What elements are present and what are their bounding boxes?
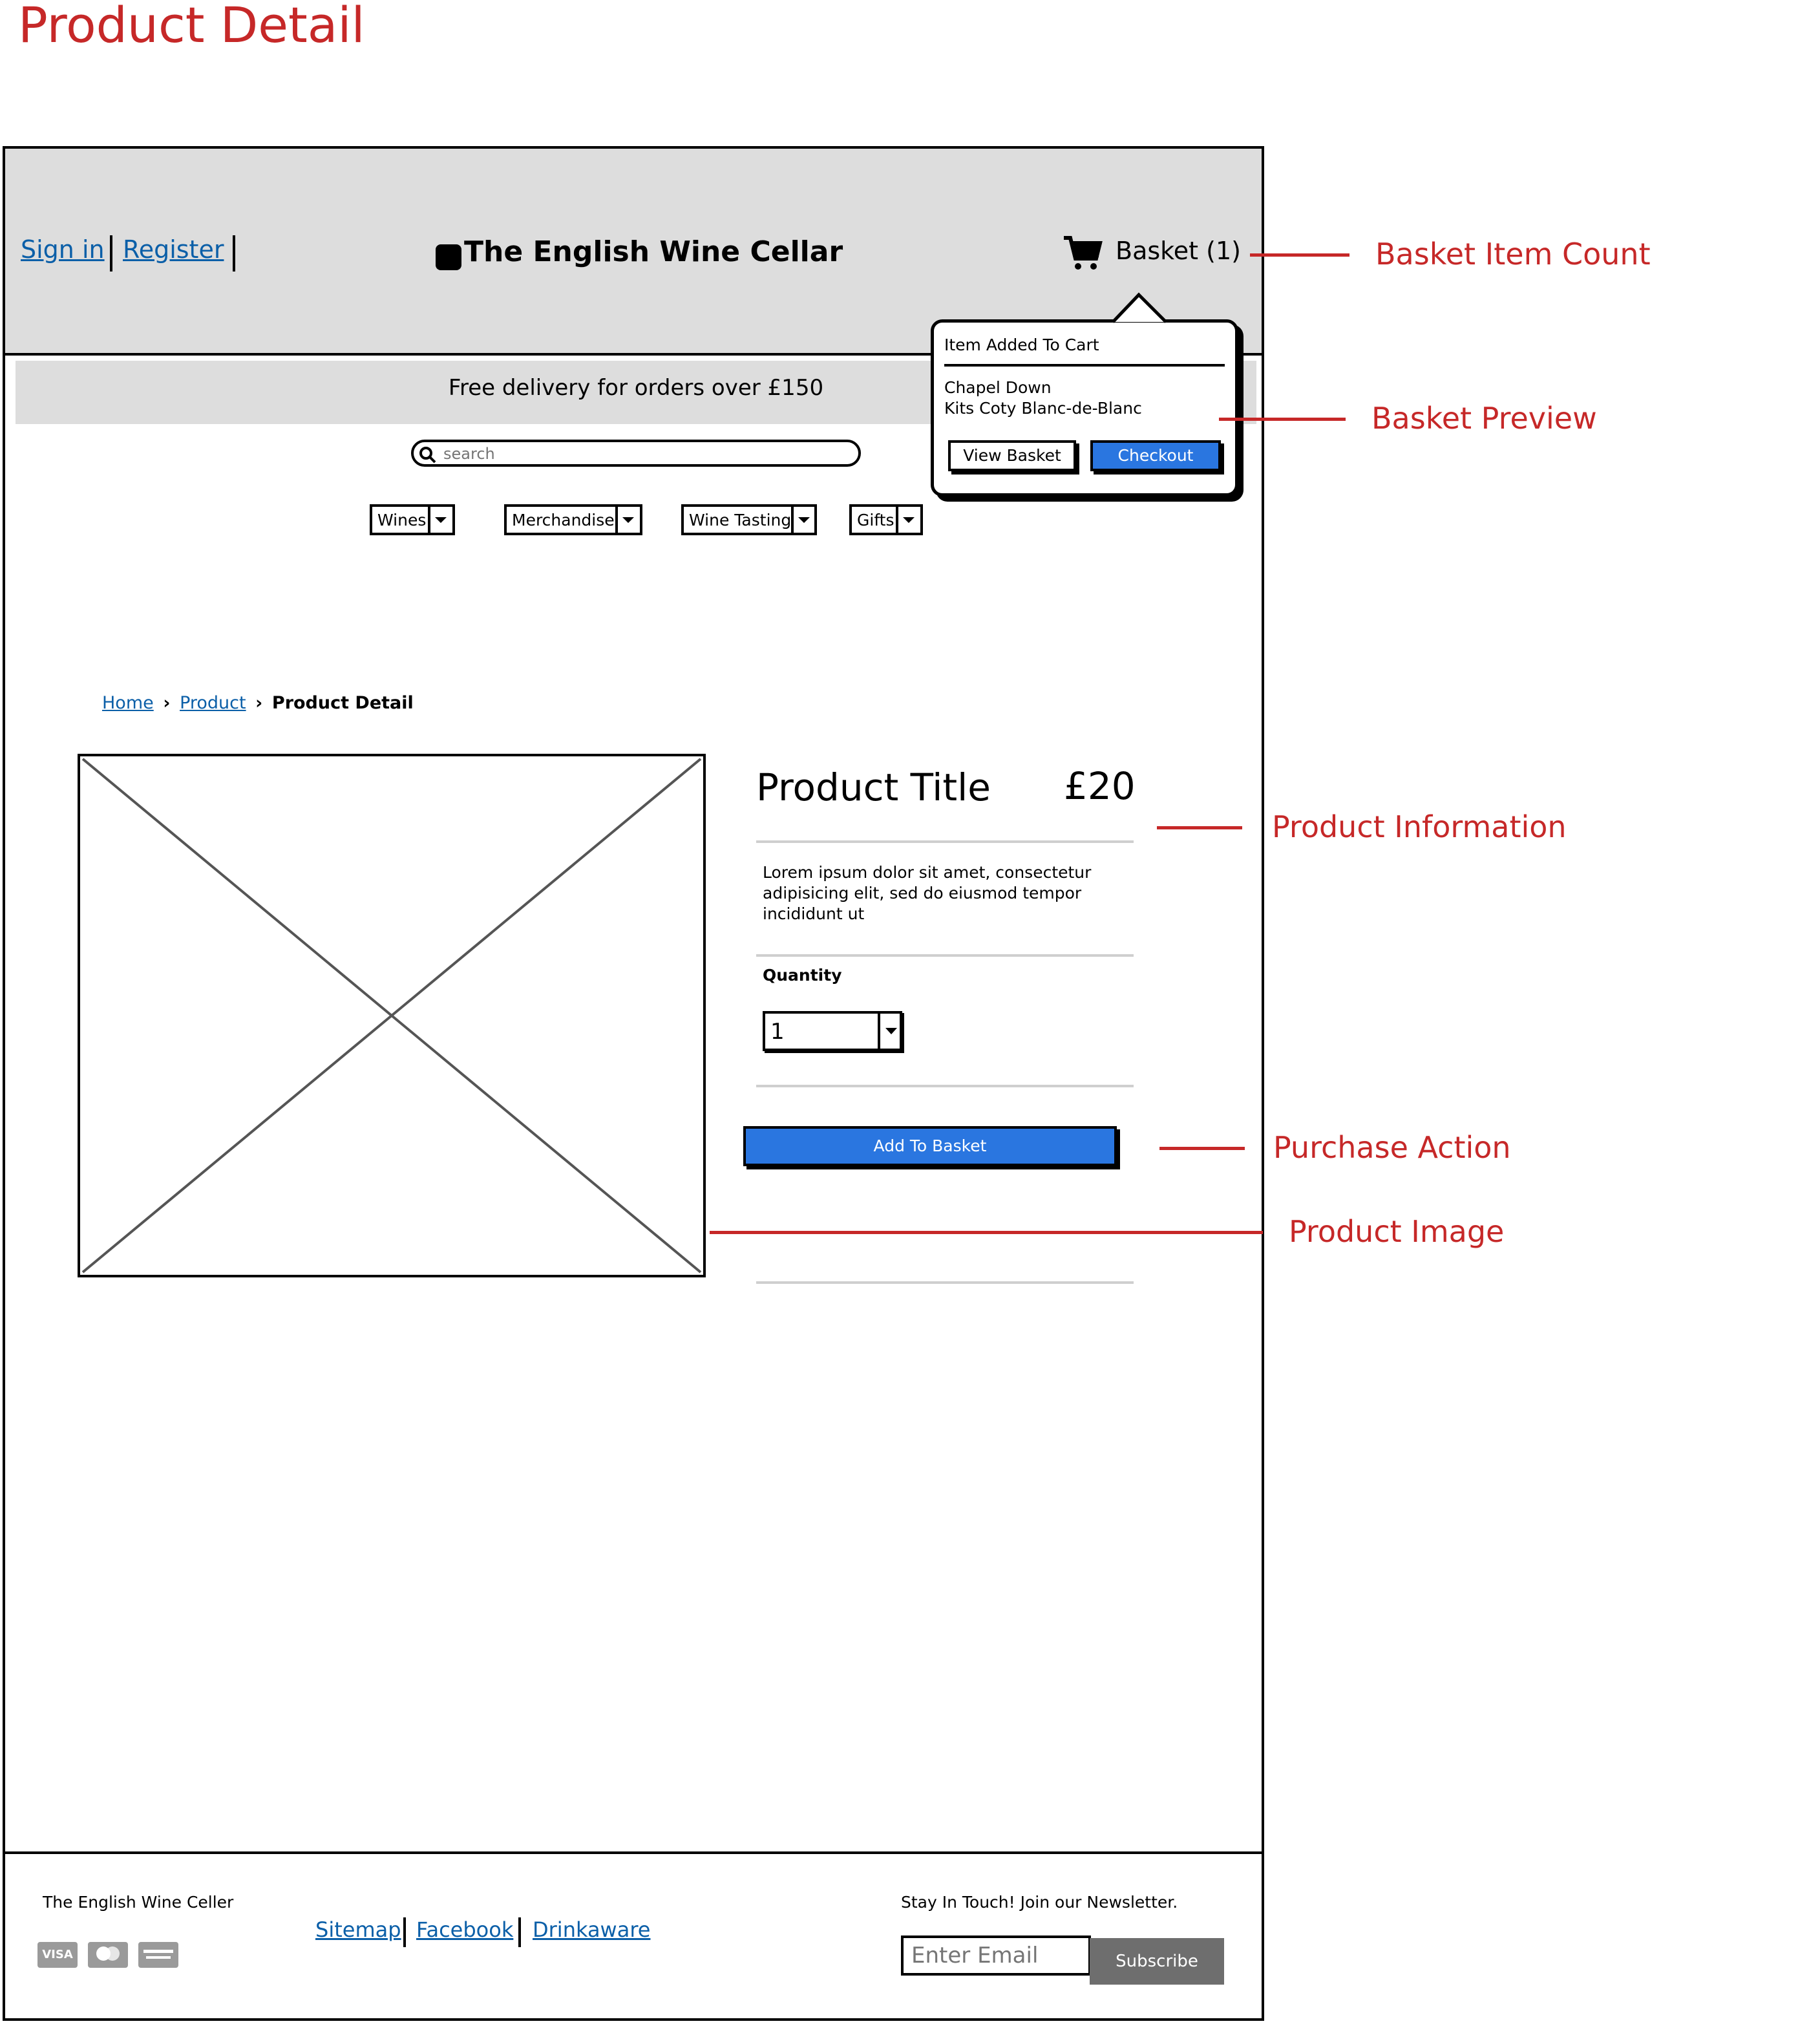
breadcrumb: Home › Product › Product Detail	[102, 693, 414, 713]
nav-menu-wine-tasting[interactable]: Wine Tasting	[681, 504, 817, 535]
quantity-select[interactable]: 1	[763, 1011, 902, 1051]
chevron-right-icon: ›	[255, 693, 263, 713]
footer-sitemap-link[interactable]: Sitemap	[315, 1917, 401, 1942]
quantity-value: 1	[770, 1019, 785, 1045]
basket-link[interactable]: Basket (1)	[1116, 237, 1241, 265]
breadcrumb-current: Product Detail	[271, 693, 414, 713]
header-divider	[110, 235, 112, 272]
view-basket-button[interactable]: View Basket	[948, 440, 1076, 471]
popup-item-name: Kits Coty Blanc-de-Blanc	[944, 399, 1142, 418]
divider	[756, 1085, 1134, 1087]
annotation-product-image: Product Image	[1289, 1214, 1505, 1249]
annotation-product-information: Product Information	[1272, 809, 1567, 844]
breadcrumb-product-link[interactable]: Product	[180, 693, 246, 713]
popup-pointer	[1112, 292, 1167, 323]
annotation-purchase-action: Purchase Action	[1273, 1130, 1511, 1165]
mastercard-icon	[88, 1942, 128, 1968]
page-title: Product Detail	[18, 0, 365, 54]
annotation-line	[710, 1231, 1263, 1234]
nav-menu-wines[interactable]: Wines	[370, 504, 455, 535]
chevron-down-icon[interactable]	[896, 507, 920, 533]
chevron-down-icon[interactable]	[428, 507, 452, 533]
annotation-line	[1219, 418, 1346, 421]
register-link[interactable]: Register	[123, 235, 224, 264]
newsletter-label: Stay In Touch! Join our Newsletter.	[901, 1893, 1178, 1912]
product-description: Lorem ipsum dolor sit amet, consectetur …	[763, 863, 1092, 923]
chevron-down-icon[interactable]	[885, 1028, 897, 1034]
amex-icon	[138, 1942, 178, 1968]
nav-menu-merchandise[interactable]: Merchandise	[504, 504, 642, 535]
subscribe-button[interactable]: Subscribe	[1090, 1938, 1224, 1985]
chevron-down-icon[interactable]	[791, 507, 814, 533]
footer-divider	[3, 1851, 1264, 1854]
nav-menu-label: Wine Tasting	[689, 511, 792, 529]
annotation-line	[1157, 826, 1242, 829]
select-divider	[878, 1014, 880, 1049]
chevron-down-icon[interactable]	[615, 507, 640, 533]
email-field[interactable]	[901, 1935, 1091, 1976]
chevron-right-icon: ›	[163, 693, 171, 713]
breadcrumb-home-link[interactable]: Home	[102, 693, 154, 713]
annotation-line	[1159, 1147, 1245, 1150]
popup-heading: Item Added To Cart	[944, 336, 1099, 354]
footer-drinkaware-link[interactable]: Drinkaware	[533, 1917, 650, 1942]
sign-in-link[interactable]: Sign in	[21, 235, 105, 264]
popup-item-producer: Chapel Down	[944, 378, 1052, 397]
annotation-basket-preview: Basket Preview	[1371, 401, 1597, 436]
footer-link-divider	[518, 1917, 521, 1947]
visa-icon: VISA	[37, 1942, 78, 1968]
footer-company: The English Wine Celler	[43, 1893, 234, 1912]
site-name: The English Wine Cellar	[464, 235, 843, 268]
divider	[756, 840, 1134, 843]
product-image	[78, 754, 706, 1277]
annotation-basket-item-count: Basket Item Count	[1375, 237, 1651, 272]
email-input[interactable]	[910, 1942, 1087, 1969]
annotation-line	[1250, 253, 1349, 257]
product-title: Product Title	[756, 765, 991, 809]
nav-menu-label: Merchandise	[512, 511, 615, 529]
checkout-button[interactable]: Checkout	[1090, 440, 1221, 471]
footer-link-divider	[403, 1917, 406, 1947]
nav-menu-label: Gifts	[857, 511, 894, 529]
quantity-label: Quantity	[763, 966, 842, 985]
nav-menu-gifts[interactable]: Gifts	[849, 504, 923, 535]
header-divider	[233, 235, 235, 272]
logo-icon	[436, 244, 461, 270]
add-to-basket-button[interactable]: Add To Basket	[743, 1126, 1117, 1166]
search-icon	[419, 447, 436, 464]
footer-facebook-link[interactable]: Facebook	[416, 1917, 513, 1942]
basket-preview-popup: Item Added To Cart Chapel Down Kits Coty…	[931, 319, 1238, 496]
divider	[756, 1281, 1134, 1284]
image-placeholder-icon	[81, 758, 702, 1274]
divider	[756, 954, 1134, 957]
popup-divider	[944, 364, 1225, 367]
cart-icon[interactable]	[1063, 235, 1103, 272]
search-box[interactable]	[411, 440, 861, 467]
nav-menu-label: Wines	[377, 511, 427, 529]
product-price: £20	[1064, 764, 1136, 808]
search-input[interactable]	[442, 443, 832, 464]
